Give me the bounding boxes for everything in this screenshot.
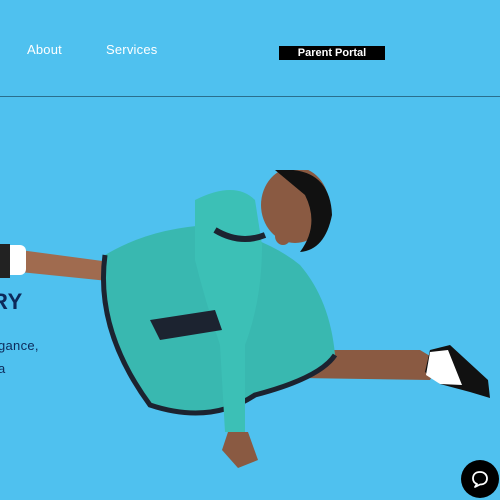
nav-services-link[interactable]: Services [106, 42, 157, 57]
chat-bubble-icon [472, 471, 488, 488]
header-divider [0, 96, 500, 97]
dancer-image [0, 170, 490, 468]
nav-about-link[interactable]: About [27, 42, 62, 57]
parent-portal-button[interactable]: Parent Portal [279, 46, 385, 60]
chat-button[interactable] [461, 460, 499, 498]
